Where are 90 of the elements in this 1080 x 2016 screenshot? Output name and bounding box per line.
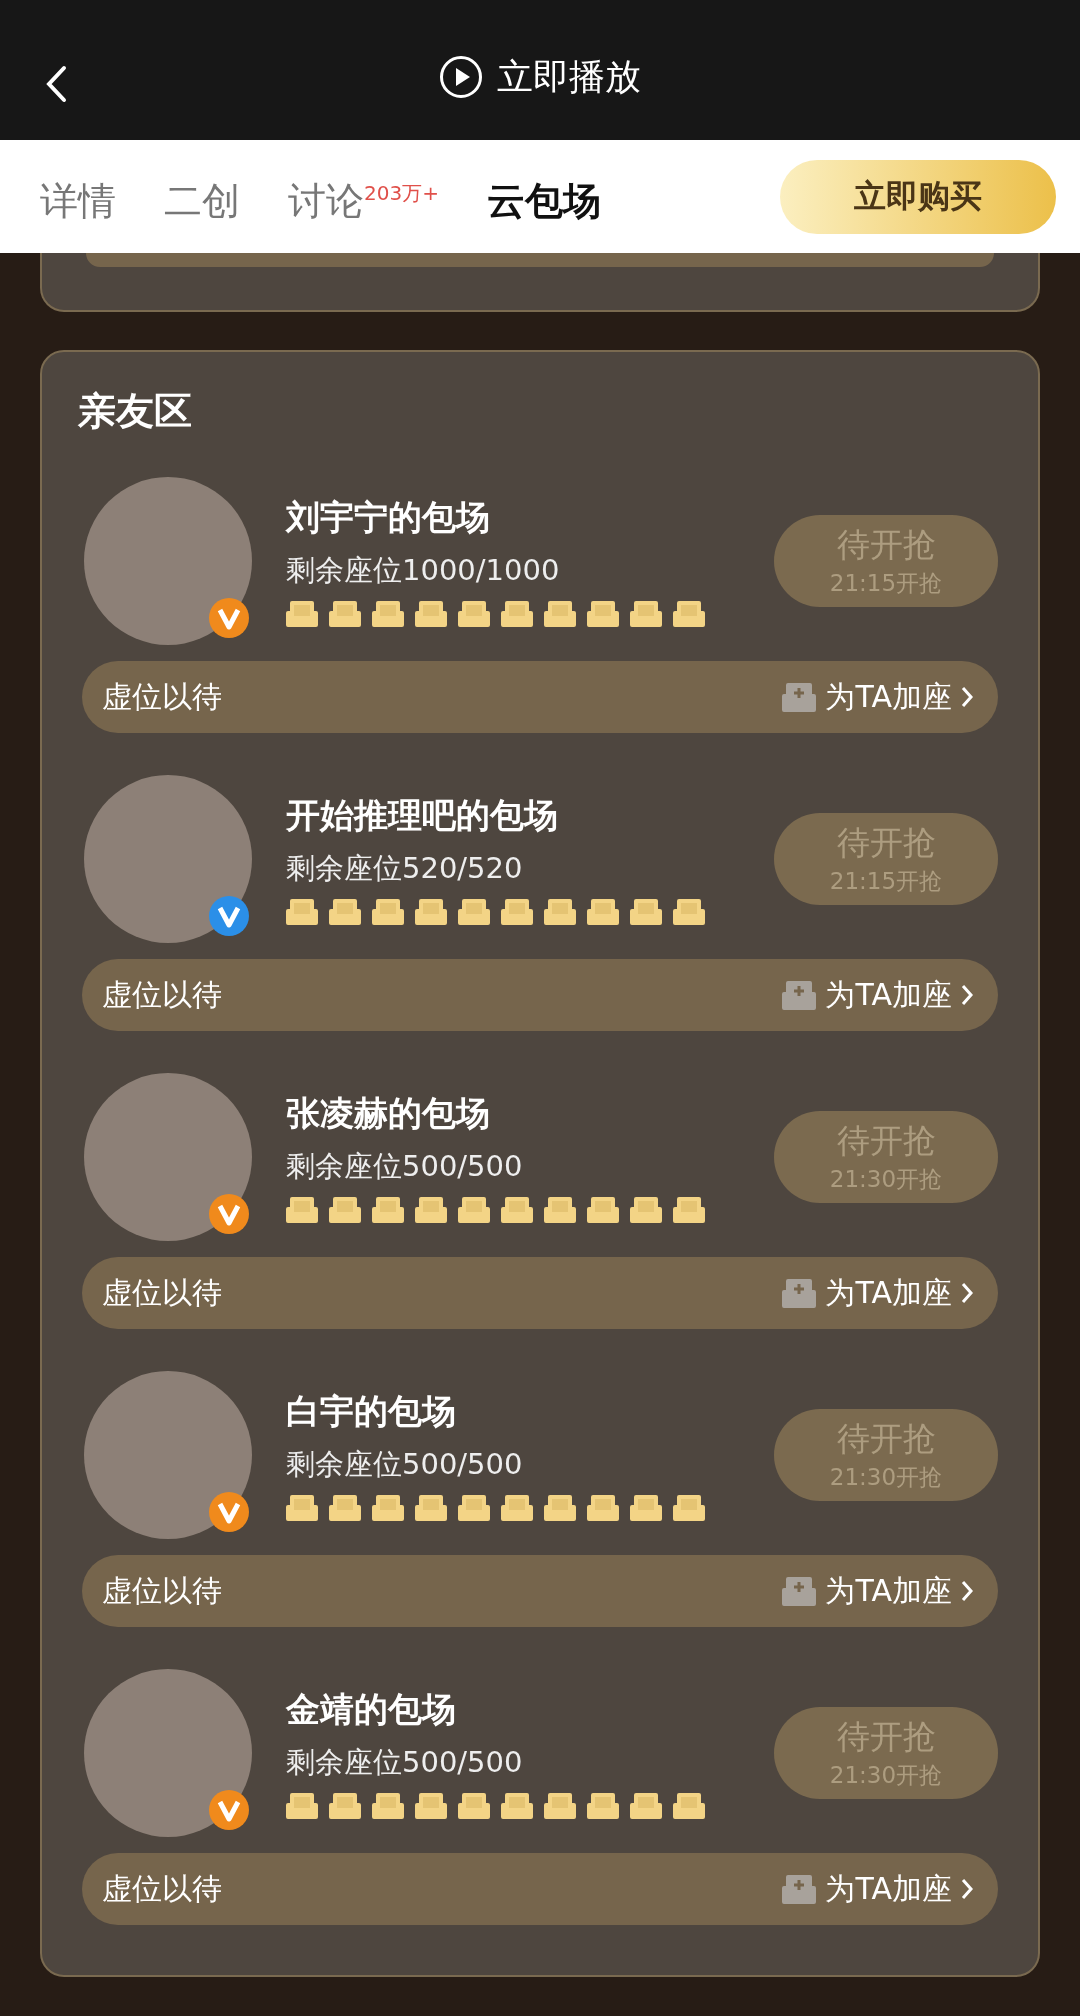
footer-label: 虚位以待 [102,677,223,716]
seat-icon [630,1493,662,1521]
tab[interactable]: 云包场 [486,166,601,227]
seat-icon [458,1791,490,1819]
seat-icon [372,1791,404,1819]
footer-label: 虚位以待 [102,1273,223,1312]
seat-icon [415,1493,447,1521]
seat-icon [458,1493,490,1521]
seat-icon [587,1195,619,1223]
session-title: 金靖的包场 [286,1688,457,1731]
tab[interactable]: 讨论 [288,166,364,227]
seat-count: 剩余座位520/520 [286,850,524,887]
seat-icon [673,1791,705,1819]
session-title: 开始推理吧的包场 [286,794,559,837]
seat-icon [673,1195,705,1223]
seat-icon [630,897,662,925]
footer-label: 虚位以待 [102,1571,223,1610]
seat-icon [544,1493,576,1521]
buy-now-button[interactable]: 立即购买 [780,159,1056,234]
seat-icon [415,897,447,925]
section-title: 亲友区 [78,388,193,435]
back-icon[interactable] [44,64,68,104]
add-seat-link[interactable]: 为TA加座 [781,1868,974,1910]
seat-icon [501,1493,533,1521]
seat-icon [673,1493,705,1521]
play-icon [439,55,483,99]
add-seat-link[interactable]: 为TA加座 [781,676,974,718]
seat-icon [286,1791,318,1819]
seat-icon [329,1791,361,1819]
seat-icon [630,599,662,627]
seat-icon [587,1493,619,1521]
seat-icon [501,599,533,627]
seat-icon [544,1195,576,1223]
seat-icon [329,1493,361,1521]
footer-label: 虚位以待 [102,975,223,1014]
seat-icon [630,1195,662,1223]
add-seat-icon [781,1277,818,1309]
seat-icon [673,599,705,627]
seat-icon [415,599,447,627]
seat-icon [286,897,318,925]
play-now-button[interactable]: 立即播放 [497,52,641,102]
footer-label: 虚位以待 [102,1869,223,1908]
seat-icon [587,599,619,627]
seat-icon [458,1195,490,1223]
seat-icon [587,897,619,925]
seat-icon [544,1791,576,1819]
count-label: 203万+ [364,180,439,207]
seat-icon [415,1791,447,1819]
seat-icon [544,897,576,925]
seat-icon [372,1493,404,1521]
chevron-icon [960,1281,974,1305]
seat-count: 剩余座位500/500 [286,1148,524,1185]
tab[interactable]: 详情 [40,166,116,227]
add-seat-link[interactable]: 为TA加座 [781,1272,974,1314]
add-seat-icon [781,681,818,713]
seat-count: 剩余座位500/500 [286,1446,524,1483]
seat-icon [372,897,404,925]
seat-icon [415,1195,447,1223]
tab[interactable]: 二创 [164,166,240,227]
seat-icon [673,897,705,925]
session-title: 白宇的包场 [286,1390,457,1433]
add-seat-icon [781,979,818,1011]
seat-icon [329,599,361,627]
seat-icon [286,1195,318,1223]
seat-icon [372,1195,404,1223]
seat-icon [329,897,361,925]
add-seat-link[interactable]: 为TA加座 [781,1570,974,1612]
chevron-icon [960,1579,974,1603]
seat-count: 剩余座位500/500 [286,1744,524,1781]
seat-icon [286,599,318,627]
add-seat-link[interactable]: 为TA加座 [781,974,974,1016]
seat-icon [501,897,533,925]
add-seat-icon [781,1873,818,1905]
seat-icon [372,599,404,627]
add-seat-icon [781,1575,818,1607]
chevron-icon [960,983,974,1007]
session-title: 张凌赫的包场 [286,1092,491,1135]
seat-icon [501,1791,533,1819]
seat-icon [544,599,576,627]
chevron-icon [960,1877,974,1901]
chevron-icon [960,685,974,709]
seat-count: 剩余座位1000/1000 [286,552,561,589]
seat-icon [630,1791,662,1819]
seat-icon [286,1493,318,1521]
seat-icon [458,599,490,627]
session-title: 刘宇宁的包场 [286,496,491,539]
seat-icon [587,1791,619,1819]
seat-icon [329,1195,361,1223]
seat-icon [458,897,490,925]
seat-icon [501,1195,533,1223]
